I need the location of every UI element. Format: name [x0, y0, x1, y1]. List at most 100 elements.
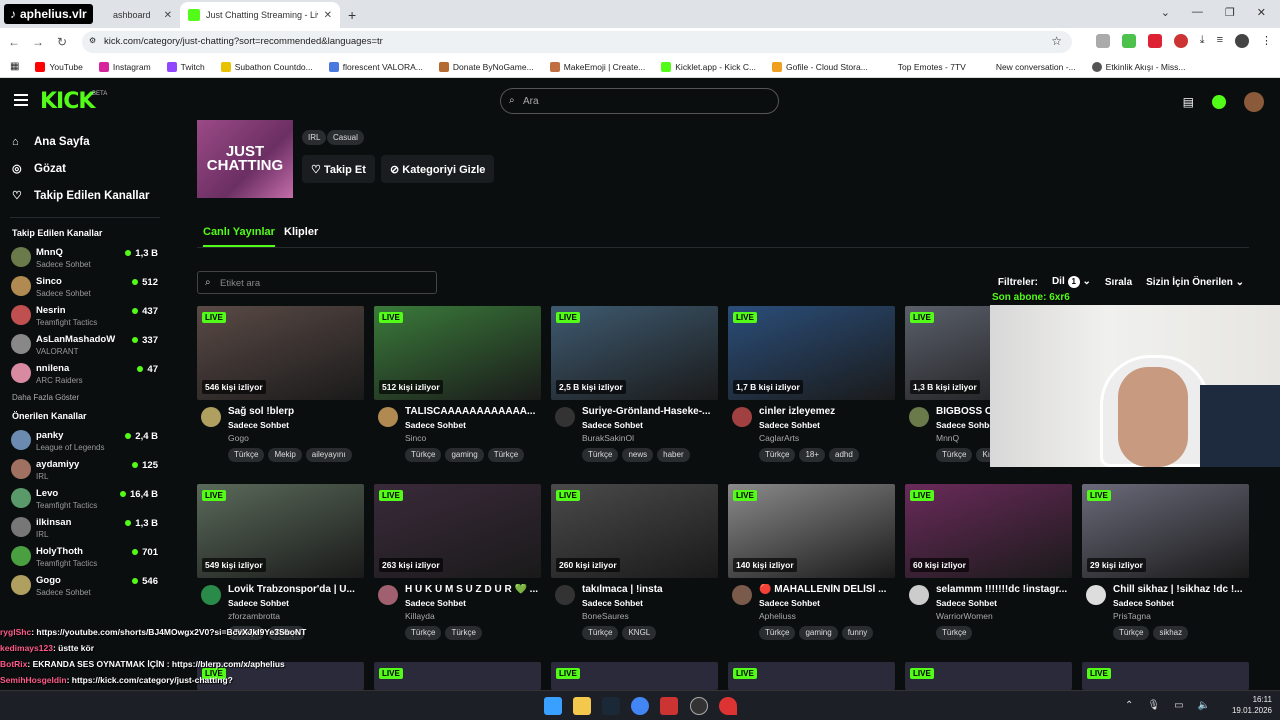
forward-icon[interactable]: →	[26, 35, 50, 49]
stream-tag[interactable]: aileyayını	[305, 448, 352, 462]
avatar[interactable]	[378, 407, 398, 427]
avatar[interactable]	[201, 585, 221, 605]
avatar[interactable]	[378, 585, 398, 605]
file-explorer-icon[interactable]	[573, 697, 591, 715]
back-icon[interactable]: ←	[2, 35, 26, 49]
stream-title[interactable]: H Ü K Ü M S Ü Z D Ü R 💚 ...	[405, 584, 539, 595]
bookmark-item[interactable]: YouTube	[27, 61, 90, 72]
sidebar-item-following[interactable]: ♡ Takip Edilen Kanallar	[0, 182, 170, 209]
stream-category[interactable]: Sadece Sohbet	[759, 598, 895, 608]
stream-card[interactable]: LIVE	[905, 662, 1072, 690]
stream-tag[interactable]: Türkçe	[228, 448, 265, 462]
stream-thumbnail[interactable]: LIVE 260 kişi izliyor	[551, 484, 718, 578]
streamer-name[interactable]: WarriorWomen	[936, 611, 1072, 621]
stream-category[interactable]: Sadece Sohbet	[405, 420, 541, 430]
bookmark-item[interactable]: Instagram	[91, 61, 159, 72]
bookmark-item[interactable]: MakeEmoji | Create...	[542, 61, 654, 72]
stream-card[interactable]: LIVE 60 kişi izliyor selammm !!!!!!!dc !in…	[905, 484, 1072, 640]
minimize-icon[interactable]: —	[1192, 6, 1203, 19]
avatar[interactable]	[555, 585, 575, 605]
avatar[interactable]	[732, 585, 752, 605]
stream-category[interactable]: Sadece Sohbet	[582, 420, 718, 430]
stream-tag[interactable]: 18+	[799, 448, 826, 462]
stream-tag[interactable]: Mekip	[268, 448, 302, 462]
user-avatar[interactable]	[1244, 92, 1264, 112]
sidebar-channel[interactable]: aydamiyy IRL 125	[0, 456, 170, 485]
stream-category[interactable]: Sadece Sohbet	[405, 598, 541, 608]
extension-icon[interactable]	[1121, 34, 1136, 48]
stream-title[interactable]: Sağ sol !blerp	[228, 406, 362, 417]
stream-category[interactable]: Sadece Sohbet	[936, 598, 1072, 608]
extension-icon[interactable]	[1173, 34, 1188, 48]
avatar[interactable]	[1086, 585, 1106, 605]
stream-title[interactable]: Chill sikhaz | !sikhaz !dc !...	[1113, 584, 1247, 595]
streamer-name[interactable]: Sinco	[405, 433, 541, 443]
stream-thumbnail[interactable]: LIVE 546 kişi izliyor	[197, 306, 364, 400]
stream-category[interactable]: Sadece Sohbet	[759, 420, 895, 430]
stream-card[interactable]: LIVE 260 kişi izliyor takılmaca | !insta Sa…	[551, 484, 718, 640]
valorant-icon[interactable]	[719, 697, 737, 715]
stream-card[interactable]: LIVE	[1082, 662, 1249, 690]
streamer-name[interactable]: Gogo	[228, 433, 364, 443]
media-icon[interactable]: ≡	[1217, 34, 1223, 48]
menu-icon[interactable]	[14, 94, 28, 106]
stream-thumbnail[interactable]: LIVE	[728, 662, 895, 690]
stream-title[interactable]: TALISCAAAAAAAAAAAA...	[405, 406, 539, 417]
stream-category[interactable]: Sadece Sohbet	[228, 420, 364, 430]
bookmark-item[interactable]: florescent VALORA...	[321, 61, 431, 72]
sidebar-channel[interactable]: nnilena ARC Raiders 47	[0, 360, 170, 389]
stream-tag[interactable]: Türkçe	[759, 448, 796, 462]
stream-card[interactable]: LIVE 140 kişi izliyor 🔴 MAHALLENİN DELİSİ …	[728, 484, 895, 640]
stream-thumbnail[interactable]: LIVE 2,5 B kişi izliyor	[551, 306, 718, 400]
stream-card[interactable]: LIVE	[728, 662, 895, 690]
new-tab-icon[interactable]: +	[348, 2, 356, 28]
search-input[interactable]: ⌕ Ara	[500, 88, 779, 114]
stream-tag[interactable]: Türkçe	[405, 448, 442, 462]
stream-title[interactable]: takılmaca | !insta	[582, 584, 716, 595]
profile-avatar[interactable]	[1235, 34, 1249, 48]
stream-tag[interactable]: sikhaz	[1153, 626, 1189, 640]
bookmark-item[interactable]: Top Emotes - 7TV	[876, 61, 974, 72]
tab-live[interactable]: Canlı Yayınlar	[203, 226, 275, 247]
stream-tag[interactable]: Türkçe	[1113, 626, 1150, 640]
browser-tab-just-chatting[interactable]: Just Chatting Streaming - Live S ✕	[180, 2, 340, 28]
avatar[interactable]	[909, 407, 929, 427]
start-icon[interactable]	[544, 697, 562, 715]
stream-thumbnail[interactable]: LIVE 263 kişi izliyor	[374, 484, 541, 578]
category-tag[interactable]: Casual	[327, 130, 364, 145]
stream-card[interactable]: LIVE 1,7 B kişi izliyor cinler izleyemez Sa…	[728, 306, 895, 462]
stream-tag[interactable]: gaming	[799, 626, 838, 640]
apps-icon[interactable]: ▦	[0, 61, 27, 72]
stream-card[interactable]: LIVE	[551, 662, 718, 690]
stream-tag[interactable]: Türkçe	[445, 626, 482, 640]
streamer-name[interactable]: BurakSakinOl	[582, 433, 718, 443]
chevron-up-icon[interactable]: ⌃	[1125, 700, 1133, 711]
bookmark-item[interactable]: Etkinlik Akışı - Miss...	[1084, 61, 1194, 72]
language-filter[interactable]: Dil 1 ⌄	[1052, 276, 1091, 288]
streamer-name[interactable]: PrisTagna	[1113, 611, 1249, 621]
stream-category[interactable]: Sadece Sohbet	[1113, 598, 1249, 608]
site-info-icon[interactable]: ⚙	[89, 36, 96, 45]
sidebar-item-home[interactable]: ⌂ Ana Sayfa	[0, 128, 170, 155]
chrome-icon[interactable]	[631, 697, 649, 715]
sidebar-channel[interactable]: panky League of Legends 2,4 B	[0, 427, 170, 456]
tag-search-input[interactable]: ⌕ Etiket ara	[197, 271, 437, 294]
stream-title[interactable]: cinler izleyemez	[759, 406, 893, 417]
maximize-icon[interactable]: ❐	[1225, 6, 1235, 19]
url-field[interactable]: ⚙ kick.com/category/just-chatting?sort=re…	[82, 31, 1072, 53]
stream-tag[interactable]: Türkçe	[759, 626, 796, 640]
stream-tag[interactable]: news	[622, 448, 654, 462]
hide-category-button[interactable]: ⊘ Kategoriyi Gizle	[381, 155, 495, 183]
stream-card[interactable]: LIVE 512 kişi izliyor TALISCAAAAAAAAAAAA..…	[374, 306, 541, 462]
stream-thumbnail[interactable]: LIVE 140 kişi izliyor	[728, 484, 895, 578]
extension-icon[interactable]	[1147, 34, 1162, 48]
stream-card[interactable]: LIVE 549 kişi izliyor Lovik Trabzonspor'da…	[197, 484, 364, 640]
sidebar-channel[interactable]: AsLanMashadoW VALORANT 337	[0, 331, 170, 360]
avatar[interactable]	[555, 407, 575, 427]
bookmark-item[interactable]: Twitch	[159, 61, 213, 72]
menu-icon[interactable]: ⋮	[1261, 34, 1272, 48]
bookmark-item[interactable]: Donate ByNoGame...	[431, 61, 542, 72]
sidebar-channel[interactable]: Gogo Sadece Sohbet 546	[0, 572, 170, 601]
kick-logo[interactable]: KICK	[40, 89, 95, 114]
stream-card[interactable]: LIVE 2,5 B kişi izliyor Suriye-Grönland-Ha…	[551, 306, 718, 462]
